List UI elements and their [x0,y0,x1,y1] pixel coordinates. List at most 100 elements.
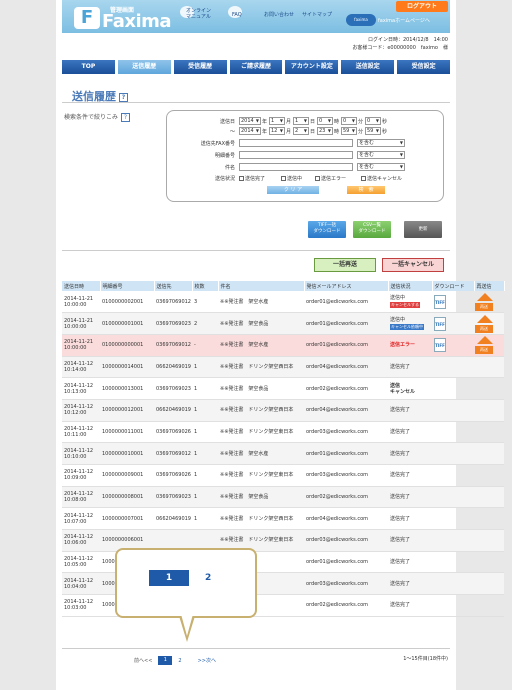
page: F 管理画面 Faxima オンライン マニュアル FAQ お問い合わせ サイト… [56,0,505,690]
bulk-resend-button[interactable]: 一括再送 [314,258,376,272]
row-status: 送信完了 [390,515,411,522]
row-id: 1000000014001 [102,363,144,370]
to-day-select[interactable]: 2 [293,127,309,135]
search-button[interactable]: 検 索 [347,186,385,194]
row-fax: 03697069023 [156,494,191,501]
column-header: 件名 [218,281,305,291]
contact-link[interactable]: お問い合わせ [264,12,294,18]
manual-link[interactable]: オンライン マニュアル [186,8,211,20]
to-min-select[interactable]: 59 [341,127,357,135]
resend-label: 再送 [475,302,493,311]
from-year-select[interactable]: 2014 [239,117,261,125]
status-complete-checkbox[interactable]: 送信完了 [239,175,265,182]
help-icon[interactable]: ? [119,92,128,102]
tiff-download-icon[interactable]: TIFF [434,294,446,309]
row-pages: 1 [194,385,198,392]
row-cancel-button[interactable]: キャンセル依頼中 [390,324,424,331]
from-min-select[interactable]: 0 [341,117,357,125]
table-header-row: 送信日時 明細番号 送信先 枚数 件名 発信メールアドレス 送信状況 ダウンロード 再送信 [62,281,505,291]
row-id: 0100000002001 [102,298,144,305]
nav-tab-2[interactable]: 受信履歴 [173,60,227,74]
faq-link[interactable]: FAQ [232,12,242,18]
to-month-select[interactable]: 12 [269,127,285,135]
row-subject: ※※発注書 架空食品 [220,320,269,327]
status-cancel-label: 送信キャンセル [367,176,403,182]
home-link[interactable]: faximaホームページへ [378,17,430,24]
row-status: 送信完了 [390,428,411,435]
nav-tab-6[interactable]: 受信設定 [397,60,451,74]
row-mail: order01@edicworks.com [306,450,369,457]
column-header[interactable]: 明細番号 [100,281,155,291]
fax-row: 送信先FAX番号 を含む [167,139,443,148]
next-page-link[interactable]: >>次へ [198,657,216,664]
csv-download-button[interactable]: CSV一覧 ダウンロード [353,221,391,238]
resend-icon[interactable]: 再送 [475,292,494,311]
detail-row: 明細番号 を含む [167,151,443,160]
row-fax: 03697069012 [156,450,191,457]
status-error-checkbox[interactable]: 送信エラー [315,175,346,182]
row-cancel-button[interactable]: キャンセルする [390,302,420,309]
faxima-logo[interactable]: F 管理画面 Faxima [74,5,172,32]
fax-match-select[interactable]: を含む [357,139,405,147]
table-row: 2014-11-12 10:09:00 1000000009001 036970690… [62,464,504,487]
row-mail: order01@edicworks.com [306,559,369,566]
nav-tab-1[interactable]: 送信履歴 [117,60,171,74]
column-header[interactable]: 送信日時 [62,281,101,291]
status-sending-checkbox[interactable]: 送信中 [281,175,302,182]
detail-number-input[interactable] [239,151,353,159]
unit-sec: 秒 [382,129,388,135]
prev-page-link[interactable]: 前へ<< [134,657,152,664]
search-panel: 送信日 2014年 1月 1日 0時 0分 0秒 〜 2014年 12月 2日 … [166,110,444,202]
to-hour-select[interactable]: 23 [317,127,333,135]
row-pages: 1 [194,515,198,522]
row-time: 10:09:00 [64,475,87,482]
from-month-select[interactable]: 1 [269,117,285,125]
row-pages: 1 [194,363,198,370]
fax-f-icon: F [74,7,100,29]
to-year-select[interactable]: 2014 [239,127,261,135]
column-header[interactable]: 送信先 [154,281,193,291]
row-id: 1000000008001 [102,494,144,501]
nav-tab-5[interactable]: 送信設定 [341,60,395,74]
detail-match-select[interactable]: を含む [357,151,405,159]
tiff-bulk-download-button[interactable]: TIFF一括 ダウンロード [308,221,346,238]
filter-help-icon[interactable]: ? [121,113,131,122]
status-cancel-checkbox[interactable]: 送信キャンセル [361,175,402,182]
callout-page-1[interactable]: 1 [149,570,189,586]
sitemap-link[interactable]: サイトマップ [302,12,332,18]
row-id: 1000000007001 [102,515,144,522]
row-time: 10:12:00 [64,410,87,417]
row-time: 10:03:00 [64,605,87,612]
to-sec-select[interactable]: 59 [365,127,381,135]
row-status: 送信 キャンセル [390,382,416,395]
row-mail: order03@edicworks.com [306,580,369,587]
page-2-link[interactable]: 2 [178,658,181,664]
from-day-select[interactable]: 1 [293,117,309,125]
resend-icon[interactable]: 再送 [475,314,494,333]
tiff-download-icon[interactable]: TIFF [434,338,446,353]
fax-number-input[interactable] [239,139,353,147]
status-row: 送信状況 送信完了 送信中 送信エラー 送信キャンセル [167,174,443,183]
from-hour-select[interactable]: 0 [317,117,333,125]
bulk-cancel-button[interactable]: 一括キャンセル [382,258,444,272]
resend-icon[interactable]: 再送 [475,336,494,355]
nav-tab-3[interactable]: ご請求履歴 [229,60,283,74]
column-header[interactable]: 枚数 [192,281,219,291]
row-fax: 03697069023 [156,320,191,327]
logout-button[interactable]: ログアウト [396,1,448,12]
from-sec-select[interactable]: 0 [365,117,381,125]
tiff-download-icon[interactable]: TIFF [434,316,446,331]
status-sending-label: 送信中 [287,176,303,182]
subject-input[interactable] [239,163,353,171]
nav-tab-0[interactable]: TOP [62,60,115,74]
subject-match-select[interactable]: を含む [357,163,405,171]
nav-tab-4[interactable]: アカウント設定 [285,60,339,74]
clear-button[interactable]: ク リ ア [267,186,319,194]
row-time: 10:10:00 [64,453,87,460]
row-time: 10:13:00 [64,388,87,395]
row-mail: order03@edicworks.com [306,537,369,544]
row-mail: order02@edicworks.com [306,494,369,501]
update-button[interactable]: 更新 [404,221,442,238]
callout-page-2[interactable]: 2 [205,570,211,586]
row-time: 10:00:00 [64,345,87,352]
